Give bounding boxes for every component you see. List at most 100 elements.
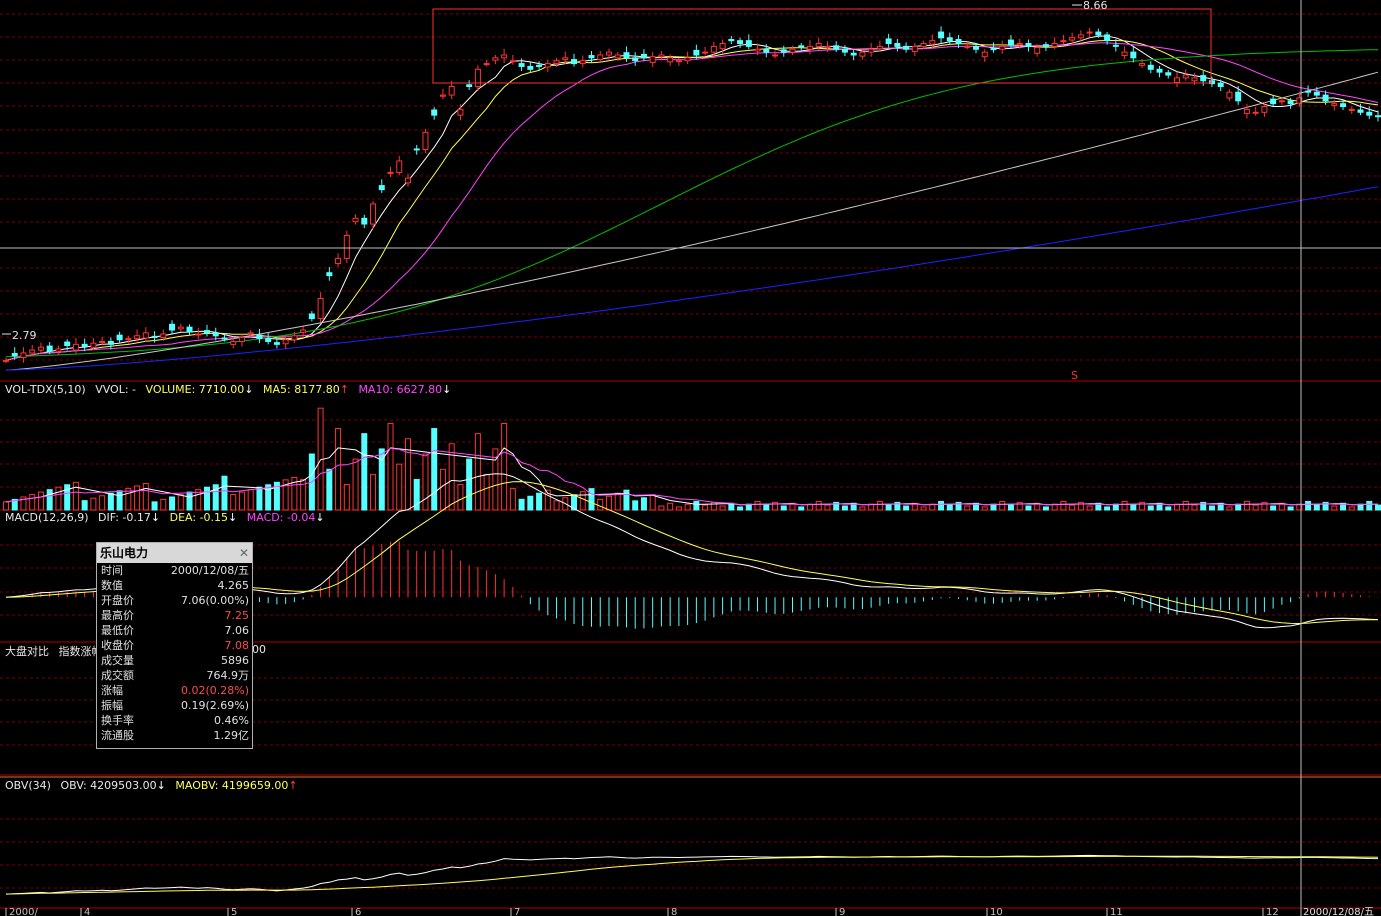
volume-bar[interactable]	[335, 428, 342, 511]
candle-body[interactable]	[422, 131, 429, 151]
volume-bar[interactable]	[518, 498, 525, 511]
candle-body[interactable]	[20, 352, 27, 359]
candle-body[interactable]	[806, 45, 813, 50]
candle-body[interactable]	[317, 298, 324, 320]
candle-body[interactable]	[1217, 82, 1224, 87]
volume-bar[interactable]	[64, 484, 71, 511]
volume-bar[interactable]	[361, 433, 368, 511]
volume-bar[interactable]	[780, 505, 787, 511]
candle-body[interactable]	[212, 332, 219, 337]
candle-body[interactable]	[1278, 100, 1285, 103]
candle-body[interactable]	[885, 38, 892, 45]
candle-body[interactable]	[46, 345, 53, 352]
volume-indicator-name[interactable]: VOL-TDX(5,10)	[5, 383, 86, 396]
volume-bar[interactable]	[964, 505, 971, 511]
candle-body[interactable]	[675, 60, 682, 63]
candle-body[interactable]	[1042, 44, 1049, 47]
volume-bar[interactable]	[675, 506, 682, 511]
candle-body[interactable]	[658, 54, 665, 58]
volume-bar[interactable]	[1348, 506, 1355, 511]
candle-body[interactable]	[11, 353, 18, 357]
candle-body[interactable]	[841, 48, 848, 53]
volume-bar[interactable]	[667, 502, 674, 511]
volume-bar[interactable]	[938, 500, 945, 511]
volume-bar[interactable]	[553, 500, 560, 511]
candle-body[interactable]	[824, 45, 831, 49]
volume-bar[interactable]	[1226, 506, 1233, 511]
volume-bar[interactable]	[1121, 500, 1128, 511]
candle-body[interactable]	[1252, 111, 1259, 114]
candle-body[interactable]	[693, 49, 700, 56]
candle-body[interactable]	[981, 51, 988, 58]
candle-body[interactable]	[754, 48, 761, 52]
volume-bar[interactable]	[326, 468, 333, 511]
candle-body[interactable]	[1095, 31, 1102, 36]
candle-body[interactable]	[894, 43, 901, 47]
volume-bar[interactable]	[1252, 504, 1259, 511]
candle-body[interactable]	[1226, 91, 1233, 99]
volume-bar[interactable]	[265, 484, 272, 511]
candle-body[interactable]	[492, 57, 499, 61]
volume-bar[interactable]	[946, 504, 953, 511]
volume-bar[interactable]	[1060, 500, 1067, 511]
volume-bar[interactable]	[1042, 506, 1049, 511]
candle-body[interactable]	[999, 45, 1006, 50]
volume-bar[interactable]	[203, 486, 210, 511]
volume-bar[interactable]	[72, 481, 79, 511]
candle-body[interactable]	[116, 334, 123, 341]
candle-body[interactable]	[474, 68, 481, 87]
volume-bar[interactable]	[37, 491, 44, 511]
compare-indicator-name[interactable]: 大盘对比	[5, 645, 49, 658]
candle-body[interactable]	[501, 54, 508, 59]
candle-body[interactable]	[536, 64, 543, 67]
info-panel-title[interactable]: 乐山电力 ✕	[97, 543, 252, 563]
candle-body[interactable]	[291, 335, 298, 341]
candle-body[interactable]	[938, 31, 945, 39]
candle-body[interactable]	[326, 272, 333, 277]
volume-bar[interactable]	[1287, 506, 1294, 511]
volume-bar[interactable]	[824, 504, 831, 511]
volume-bar[interactable]	[597, 498, 604, 511]
candle-body[interactable]	[378, 185, 385, 191]
volume-bar[interactable]	[754, 500, 761, 511]
candle-body[interactable]	[160, 333, 167, 338]
volume-bar[interactable]	[1305, 500, 1312, 511]
candle-body[interactable]	[1235, 91, 1242, 102]
candle-body[interactable]	[1191, 77, 1198, 82]
volume-bar[interactable]	[920, 506, 927, 511]
candle-body[interactable]	[640, 53, 647, 59]
candle-body[interactable]	[466, 84, 473, 87]
candle-body[interactable]	[186, 326, 193, 333]
volume-bar[interactable]	[3, 501, 9, 511]
volume-bar[interactable]	[719, 505, 726, 511]
candle-body[interactable]	[195, 333, 202, 336]
candle-body[interactable]	[483, 63, 490, 66]
volume-bar[interactable]	[387, 422, 394, 511]
candle-body[interactable]	[439, 94, 446, 97]
volume-bar[interactable]	[614, 492, 621, 511]
candle-body[interactable]	[1121, 51, 1128, 57]
candle-body[interactable]	[247, 332, 254, 335]
candle-body[interactable]	[64, 341, 71, 346]
volume-bar[interactable]	[107, 492, 114, 511]
volume-bar[interactable]	[1130, 504, 1137, 511]
candle-body[interactable]	[396, 160, 403, 173]
volume-bar[interactable]	[99, 495, 106, 511]
candle-body[interactable]	[37, 346, 44, 351]
volume-bar[interactable]	[684, 503, 691, 511]
candle-body[interactable]	[702, 51, 709, 54]
candle-body[interactable]	[90, 342, 97, 348]
volume-bar[interactable]	[483, 473, 490, 511]
candle-body[interactable]	[710, 45, 717, 53]
candle-body[interactable]	[1366, 111, 1373, 116]
volume-bar[interactable]	[431, 428, 438, 511]
volume-bar[interactable]	[116, 490, 123, 511]
candle-body[interactable]	[850, 52, 857, 56]
volume-bar[interactable]	[1165, 506, 1172, 511]
volume-bar[interactable]	[1243, 500, 1250, 511]
candle-body[interactable]	[221, 337, 228, 340]
volume-bar[interactable]	[352, 458, 359, 511]
candle-body[interactable]	[920, 43, 927, 47]
volume-bar[interactable]	[1313, 504, 1320, 511]
candle-body[interactable]	[1305, 90, 1312, 93]
